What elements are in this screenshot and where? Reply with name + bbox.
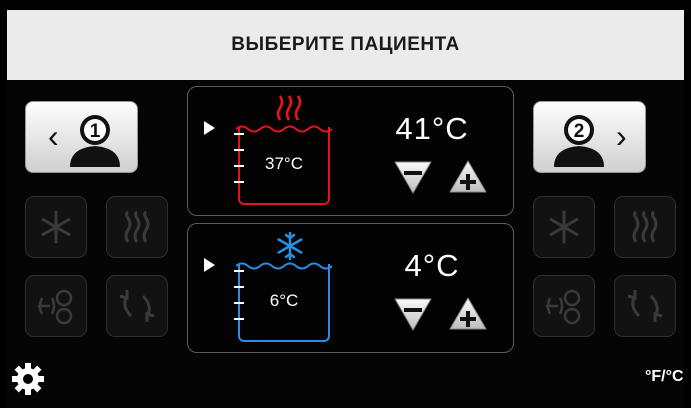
heat-plus-button[interactable] bbox=[448, 159, 488, 195]
heat-waves-icon bbox=[124, 210, 150, 243]
level-pointer-icon bbox=[204, 121, 215, 135]
heat-set-temp: 41°C bbox=[395, 111, 469, 146]
page-title: ВЫБЕРИТЕ ПАЦИЕНТА bbox=[231, 34, 460, 55]
cool-water-temp: 6°C bbox=[269, 291, 299, 310]
left-cycle-mode-button[interactable] bbox=[106, 275, 168, 337]
heat-minus-button[interactable] bbox=[393, 159, 433, 195]
snowflake-icon bbox=[549, 210, 579, 244]
left-auto-mode-button[interactable] bbox=[25, 275, 87, 337]
heat-waves-icon bbox=[276, 95, 302, 121]
header: ВЫБЕРИТЕ ПАЦИЕНТА bbox=[7, 10, 684, 80]
chevron-left-icon: ‹ bbox=[48, 118, 59, 154]
cool-plus-button[interactable] bbox=[448, 296, 488, 332]
cycle-mode-icon bbox=[119, 290, 155, 322]
snowflake-icon bbox=[41, 210, 71, 244]
snowflake-icon bbox=[277, 232, 303, 260]
heat-water-temp: 37°C bbox=[265, 154, 303, 173]
patient-2-button[interactable]: 2 › bbox=[533, 101, 646, 173]
cool-set-temp: 4°C bbox=[404, 248, 460, 283]
unit-toggle-button[interactable]: °F/°C bbox=[645, 368, 684, 386]
heat-panel: 37°C 41°C bbox=[187, 86, 514, 216]
level-pointer-icon bbox=[204, 258, 215, 272]
cool-water-tank: 6°C bbox=[234, 264, 330, 342]
cycle-mode-icon bbox=[627, 290, 663, 322]
right-auto-mode-button[interactable] bbox=[533, 275, 595, 337]
patient-1-button[interactable]: ‹ 1 bbox=[25, 101, 138, 173]
auto-mode-icon bbox=[546, 289, 581, 325]
patient-2-avatar-icon: 2 bbox=[554, 115, 604, 167]
left-cool-mode-button[interactable] bbox=[25, 196, 87, 258]
cool-minus-button[interactable] bbox=[393, 296, 433, 332]
heat-waves-icon bbox=[632, 210, 658, 243]
patient-1-avatar-icon: 1 bbox=[70, 115, 120, 167]
patient-1-number: 1 bbox=[90, 121, 101, 142]
right-cycle-mode-button[interactable] bbox=[614, 275, 676, 337]
chevron-right-icon: › bbox=[616, 118, 627, 154]
settings-gear-icon[interactable] bbox=[11, 362, 45, 396]
heat-water-tank: 37°C bbox=[234, 127, 330, 205]
right-heat-mode-button[interactable] bbox=[614, 196, 676, 258]
patient-2-number: 2 bbox=[574, 121, 585, 142]
cool-panel: 6°C 4°C bbox=[187, 223, 514, 353]
auto-mode-icon bbox=[38, 289, 73, 325]
right-cool-mode-button[interactable] bbox=[533, 196, 595, 258]
left-heat-mode-button[interactable] bbox=[106, 196, 168, 258]
